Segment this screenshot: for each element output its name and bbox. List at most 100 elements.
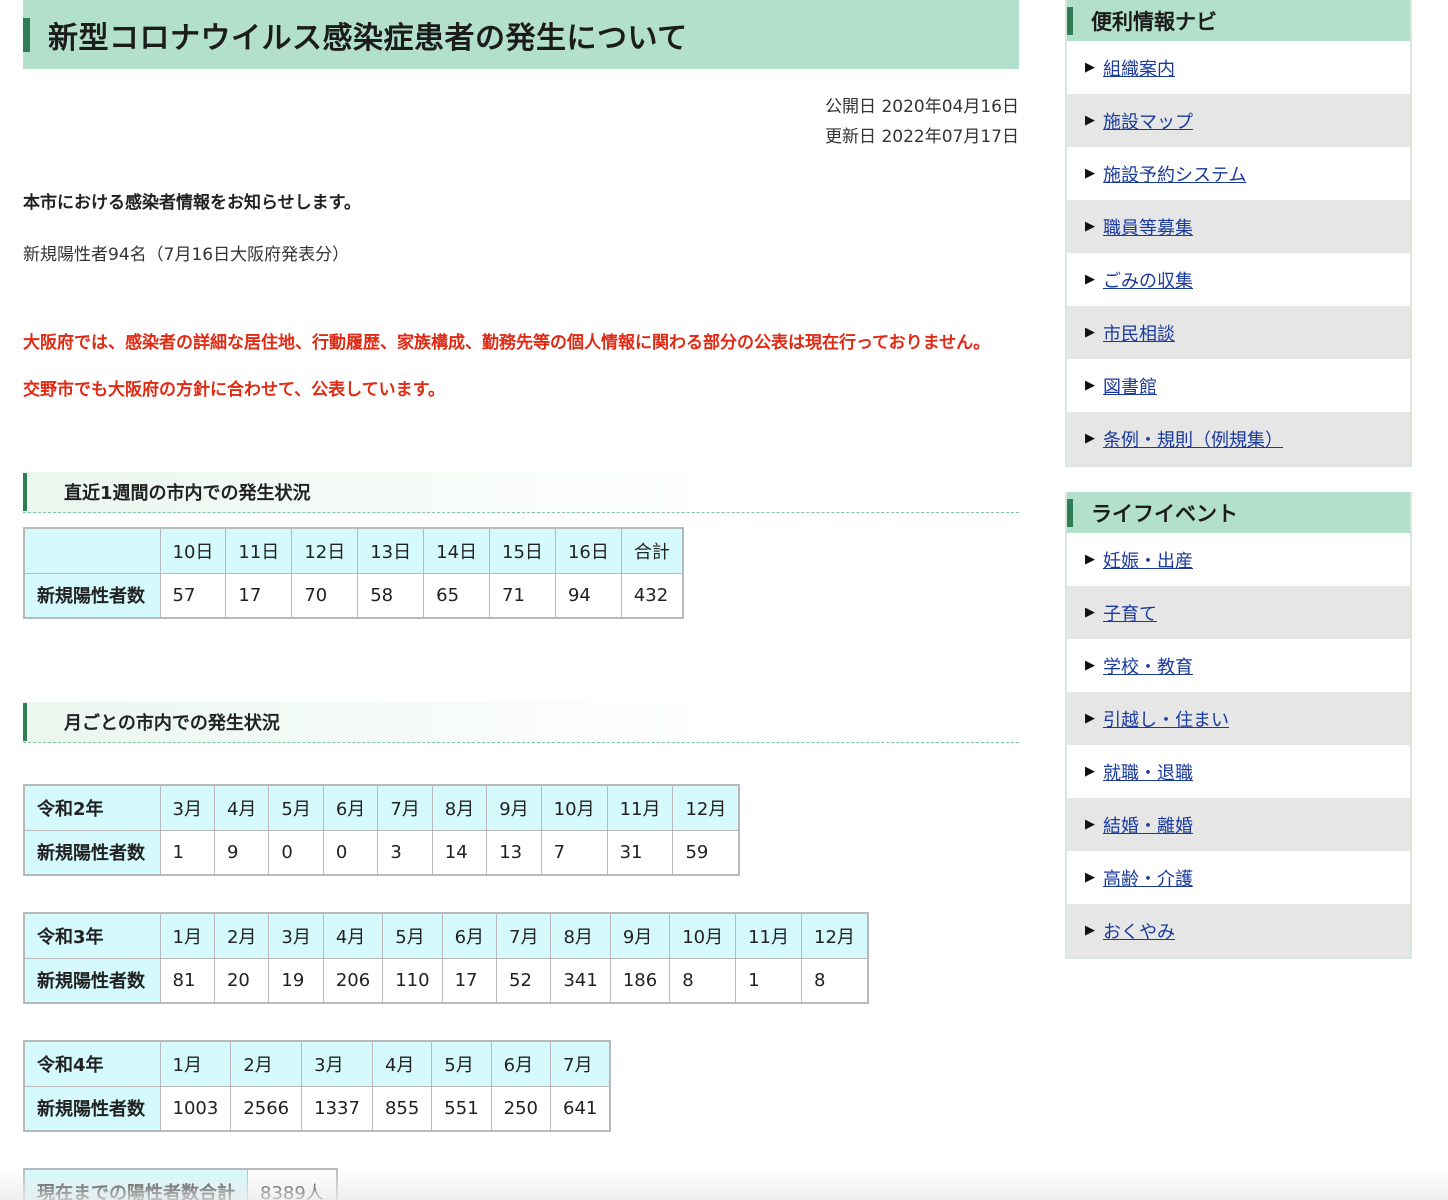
useful-info-heading: 便利情報ナビ: [1091, 9, 1217, 34]
month-cell: 11月: [735, 912, 803, 959]
month-cell: 2月: [213, 912, 270, 959]
triangle-right-icon: ▶: [1085, 817, 1095, 832]
month-cell: 3月: [268, 912, 324, 959]
nav-item: ▶ 子育て: [1067, 586, 1410, 639]
weekly-day-cell: 16日: [554, 527, 622, 574]
heading-accent-bar: [1067, 498, 1073, 527]
nav-item: ▶ 職員等募集: [1067, 200, 1410, 253]
triangle-right-icon: ▶: [1085, 870, 1095, 885]
nav-link-education[interactable]: 学校・教育: [1103, 653, 1193, 679]
weekly-table: 10日 11日 12日 13日 14日 15日 16日 合計 新規陽性者数 57…: [23, 527, 684, 619]
nav-item: ▶ 市民相談: [1067, 306, 1410, 359]
triangle-right-icon: ▶: [1085, 113, 1095, 128]
value-cell: 1: [735, 957, 803, 1004]
triangle-right-icon: ▶: [1085, 219, 1095, 234]
life-events-nav: ライフイベント ▶ 妊娠・出産 ▶ 子育て ▶ 学校・教育 ▶ 引越し・住まい ▶ 就職・…: [1065, 492, 1412, 959]
heading-accent-bar: [23, 703, 27, 741]
privacy-notice: 大阪府では、感染者の詳細な居住地、行動履歴、家族構成、勤務先等の個人情報に関わる…: [23, 333, 991, 353]
triangle-right-icon: ▶: [1085, 764, 1095, 779]
weekly-value-cell: 17: [225, 572, 293, 619]
weekly-day-cell: 15日: [489, 527, 556, 574]
value-cell: 9: [213, 829, 270, 876]
weekly-value-cell: 57: [159, 572, 227, 619]
weekly-corner-cell: [23, 527, 161, 574]
value-cell: 8: [801, 957, 869, 1004]
value-cell: 3: [377, 829, 433, 876]
policy-notice: 交野市でも大阪府の方針に合わせて、公表しています。: [23, 380, 445, 400]
value-cell: 0: [322, 829, 379, 876]
life-events-heading: ライフイベント: [1091, 501, 1238, 526]
month-cell: 8月: [431, 784, 488, 831]
month-cell: 5月: [268, 784, 324, 831]
reiwa4-value-row: 新規陽性者数 1003 2566 1337 855 551 250 641: [23, 1085, 611, 1132]
value-cell: 1003: [159, 1085, 232, 1132]
month-cell: 7月: [550, 1040, 611, 1087]
triangle-right-icon: ▶: [1085, 711, 1095, 726]
reiwa3-row-label: 新規陽性者数: [23, 957, 161, 1004]
weekly-header-row: 10日 11日 12日 13日 14日 15日 16日 合計: [23, 527, 684, 574]
nav-item: ▶ おくやみ: [1067, 904, 1410, 957]
weekly-total-value: 432: [620, 572, 684, 619]
nav-link-organization[interactable]: 組織案内: [1103, 55, 1175, 81]
date-info: 公開日 2020年04月16日 更新日 2022年07月17日: [23, 92, 1019, 152]
nav-link-consultation[interactable]: 市民相談: [1103, 320, 1175, 346]
reiwa2-year-label: 令和2年: [23, 784, 161, 831]
main-content: 新型コロナウイルス感染症患者の発生について 公開日 2020年04月16日 更新…: [23, 0, 1019, 1200]
nav-link-condolences[interactable]: おくやみ: [1103, 918, 1175, 944]
weekly-day-cell: 12日: [291, 527, 359, 574]
nav-link-recruitment[interactable]: 職員等募集: [1103, 214, 1193, 240]
nav-link-facility-map[interactable]: 施設マップ: [1103, 108, 1193, 134]
triangle-right-icon: ▶: [1085, 272, 1095, 287]
nav-link-pregnancy[interactable]: 妊娠・出産: [1103, 547, 1193, 573]
weekly-value-cell: 58: [357, 572, 425, 619]
month-cell: 12月: [672, 784, 740, 831]
value-cell: 19: [268, 957, 324, 1004]
nav-link-library[interactable]: 図書館: [1103, 373, 1157, 399]
triangle-right-icon: ▶: [1085, 325, 1095, 340]
value-cell: 17: [441, 957, 498, 1004]
nav-item: ▶ 図書館: [1067, 359, 1410, 412]
monthly-section-heading: 月ごとの市内での発生状況: [23, 702, 1019, 743]
reiwa4-year-label: 令和4年: [23, 1040, 161, 1087]
nav-link-marriage[interactable]: 結婚・離婚: [1103, 812, 1193, 838]
nav-link-reservation[interactable]: 施設予約システム: [1103, 161, 1246, 187]
nav-item: ▶ 学校・教育: [1067, 639, 1410, 692]
month-cell: 6月: [322, 784, 379, 831]
value-cell: 2566: [230, 1085, 303, 1132]
triangle-right-icon: ▶: [1085, 60, 1095, 75]
reiwa4-table: 令和4年 1月 2月 3月 4月 5月 6月 7月 新規陽性者数 1003 25…: [23, 1040, 612, 1132]
nav-item: ▶ 引越し・住まい: [1067, 692, 1410, 745]
useful-info-heading-bar: 便利情報ナビ: [1067, 0, 1410, 41]
nav-link-ordinances[interactable]: 条例・規則（例規集）: [1103, 426, 1283, 452]
value-cell: 250: [490, 1085, 552, 1132]
value-cell: 31: [606, 829, 674, 876]
life-events-list: ▶ 妊娠・出産 ▶ 子育て ▶ 学校・教育 ▶ 引越し・住まい ▶ 就職・退職 ▶ 結婚・離…: [1067, 533, 1410, 957]
nav-item: ▶ ごみの収集: [1067, 253, 1410, 306]
published-date: 公開日 2020年04月16日: [825, 97, 1019, 117]
nav-item: ▶ 条例・規則（例規集）: [1067, 412, 1410, 465]
triangle-right-icon: ▶: [1085, 378, 1095, 393]
value-cell: 855: [371, 1085, 433, 1132]
nav-link-moving[interactable]: 引越し・住まい: [1103, 706, 1229, 732]
total-value: 8389人: [246, 1168, 338, 1200]
nav-link-garbage[interactable]: ごみの収集: [1103, 267, 1193, 293]
total-label: 現在までの陽性者数合計: [23, 1168, 248, 1200]
value-cell: 81: [159, 957, 215, 1004]
month-cell: 4月: [213, 784, 270, 831]
triangle-right-icon: ▶: [1085, 166, 1095, 181]
value-cell: 8: [669, 957, 737, 1004]
intro-text: 本市における感染者情報をお知らせします。: [23, 193, 361, 213]
reiwa2-value-row: 新規陽性者数 1 9 0 0 3 14 13 7 31 59: [23, 829, 740, 876]
nav-item: ▶ 妊娠・出産: [1067, 533, 1410, 586]
nav-link-childcare[interactable]: 子育て: [1103, 600, 1157, 626]
heading-accent-bar: [1067, 6, 1073, 35]
nav-item: ▶ 施設予約システム: [1067, 147, 1410, 200]
nav-link-elderly-care[interactable]: 高齢・介護: [1103, 865, 1193, 891]
value-cell: 20: [213, 957, 270, 1004]
sidebar: 便利情報ナビ ▶ 組織案内 ▶ 施設マップ ▶ 施設予約システム ▶ 職員等募集 ▶ ごみ…: [1065, 0, 1412, 959]
nav-link-employment[interactable]: 就職・退職: [1103, 759, 1193, 785]
reiwa2-row-label: 新規陽性者数: [23, 829, 161, 876]
nav-item: ▶ 就職・退職: [1067, 745, 1410, 798]
value-cell: 1: [159, 829, 215, 876]
month-cell: 3月: [159, 784, 215, 831]
